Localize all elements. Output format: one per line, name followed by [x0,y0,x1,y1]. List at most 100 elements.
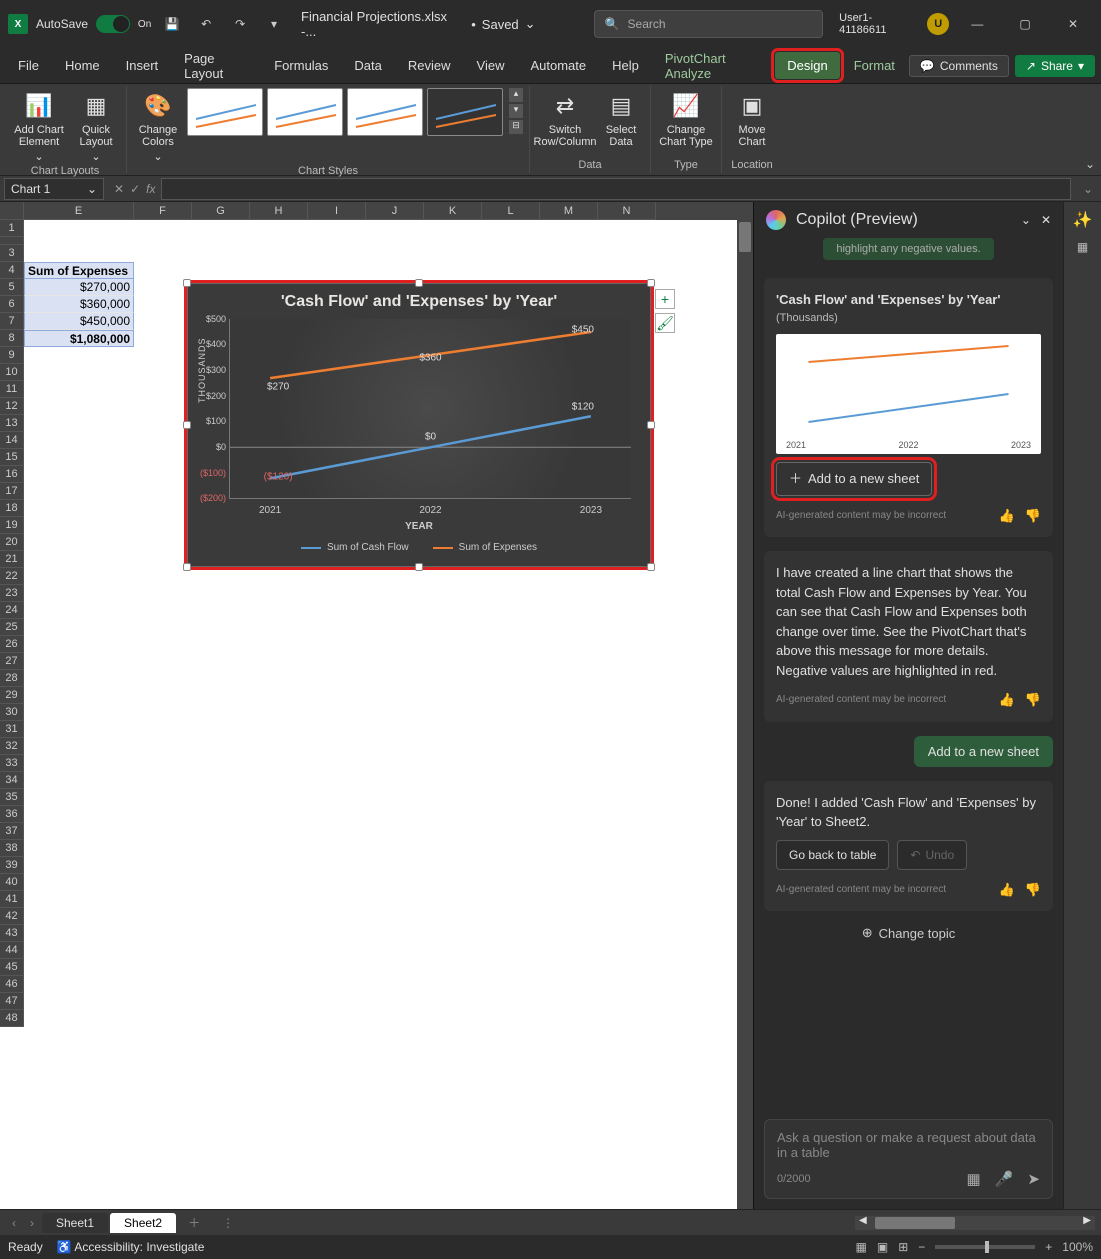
col-header[interactable]: F [134,202,192,220]
minimize-button[interactable]: — [957,10,997,38]
autosave-toggle[interactable] [96,15,130,33]
col-header[interactable]: J [366,202,424,220]
new-sheet-icon[interactable]: ＋ [178,1214,210,1231]
style-scroll-down[interactable]: ▾ [509,104,523,118]
row-header[interactable]: 6 [0,296,24,313]
row-header[interactable]: 25 [0,619,24,636]
tab-automate[interactable]: Automate [518,52,598,79]
search-input[interactable]: 🔍 Search [594,10,824,38]
go-back-to-table-button[interactable]: Go back to table [776,840,889,870]
row-header[interactable]: 40 [0,874,24,891]
row-header[interactable]: 44 [0,942,24,959]
maximize-button[interactable]: ▢ [1005,10,1045,38]
row-header[interactable]: 1 [0,220,24,237]
row-header[interactable]: 8 [0,330,24,347]
next-sheet-icon[interactable]: › [24,1216,40,1230]
prev-sheet-icon[interactable]: ‹ [6,1216,22,1230]
row-header[interactable]: 3 [0,245,24,262]
thumbs-down-icon[interactable]: 👎 [1025,880,1041,900]
zoom-in-icon[interactable]: + [1045,1240,1052,1254]
row-header[interactable]: 33 [0,755,24,772]
chart-style-2[interactable] [267,88,343,136]
rail-icon[interactable]: ▦ [1077,240,1088,254]
row-header[interactable]: 22 [0,568,24,585]
col-header[interactable]: H [250,202,308,220]
row-header[interactable]: 10 [0,364,24,381]
redo-icon[interactable]: ↷ [227,11,253,37]
row-header[interactable]: 37 [0,823,24,840]
view-normal-icon[interactable]: ▦ [856,1240,867,1254]
row-header[interactable]: 9 [0,347,24,364]
user-avatar[interactable]: U [927,13,949,35]
row-header[interactable]: 12 [0,398,24,415]
row-header[interactable]: 26 [0,636,24,653]
row-header[interactable]: 19 [0,517,24,534]
tab-home[interactable]: Home [53,52,112,79]
zoom-level[interactable]: 100% [1062,1240,1093,1254]
pivot-chart[interactable]: + 🖌 'Cash Flow' and 'Expenses' by 'Year'… [184,280,654,570]
col-header[interactable]: I [308,202,366,220]
row-header[interactable]: 35 [0,789,24,806]
tab-formulas[interactable]: Formulas [262,52,340,79]
sheet-tab[interactable]: Sheet1 [42,1213,108,1233]
thumbs-down-icon[interactable]: 👎 [1025,506,1041,526]
view-page-layout-icon[interactable]: ▣ [877,1240,888,1254]
undo-button[interactable]: ↶ Undo [897,840,967,870]
row-header[interactable]: 17 [0,483,24,500]
row-header[interactable]: 15 [0,449,24,466]
chart-style-3[interactable] [347,88,423,136]
change-chart-type-button[interactable]: 📈Change Chart Type [657,88,715,148]
col-header[interactable]: N [598,202,656,220]
row-header[interactable]: 31 [0,721,24,738]
sheet-tab-active[interactable]: Sheet2 [110,1213,176,1233]
name-box[interactable]: Chart 1⌄ [4,178,104,200]
chart-style-4[interactable] [427,88,503,136]
col-header[interactable]: K [424,202,482,220]
tab-insert[interactable]: Insert [114,52,171,79]
row-header[interactable]: 23 [0,585,24,602]
row-header[interactable]: 16 [0,466,24,483]
row-header[interactable]: 45 [0,959,24,976]
qat-dropdown-icon[interactable]: ▾ [261,11,287,37]
add-to-new-sheet-button[interactable]: ＋ Add to a new sheet [776,462,932,496]
row-header[interactable]: 11 [0,381,24,398]
tab-help[interactable]: Help [600,52,651,79]
row-header[interactable]: 29 [0,687,24,704]
chart-elements-button[interactable]: + [655,289,675,309]
tab-format[interactable]: Format [842,52,907,79]
row-header[interactable]: 43 [0,925,24,942]
collapse-panel-icon[interactable]: ⌄ [1021,213,1031,227]
row-header[interactable]: 32 [0,738,24,755]
row-header[interactable]: 42 [0,908,24,925]
accessibility-status[interactable]: ♿ Accessibility: Investigate [57,1240,205,1254]
col-header[interactable]: G [192,202,250,220]
sheet-menu-icon[interactable]: ⋮ [212,1216,244,1230]
col-header[interactable]: M [540,202,598,220]
row-header[interactable]: 20 [0,534,24,551]
comments-button[interactable]: 💬 Comments [909,55,1009,77]
row-header[interactable]: 34 [0,772,24,789]
thumbs-up-icon[interactable]: 👍 [999,506,1015,526]
change-topic-button[interactable]: ⊕ Change topic [764,925,1053,941]
copilot-input[interactable]: Ask a question or make a request about d… [764,1119,1053,1199]
share-button[interactable]: ↗ Share ▾ [1015,55,1095,77]
row-header[interactable]: 18 [0,500,24,517]
row-header[interactable]: 27 [0,653,24,670]
row-header[interactable] [0,237,24,245]
undo-icon[interactable]: ↶ [193,11,219,37]
zoom-out-icon[interactable]: − [918,1240,925,1254]
zoom-slider[interactable] [935,1245,1035,1249]
thumbs-up-icon[interactable]: 👍 [999,880,1015,900]
row-header[interactable]: 38 [0,840,24,857]
close-panel-icon[interactable]: ✕ [1041,213,1051,227]
row-header[interactable]: 41 [0,891,24,908]
collapse-ribbon-icon[interactable]: ⌄ [1085,157,1095,171]
row-header[interactable]: 30 [0,704,24,721]
tab-file[interactable]: File [6,52,51,79]
row-header[interactable]: 24 [0,602,24,619]
view-page-break-icon[interactable]: ⊞ [898,1240,908,1254]
tab-page-layout[interactable]: Page Layout [172,45,260,87]
chart-style-1[interactable] [187,88,263,136]
row-header[interactable]: 21 [0,551,24,568]
style-gallery-expand[interactable]: ⊟ [509,120,523,134]
